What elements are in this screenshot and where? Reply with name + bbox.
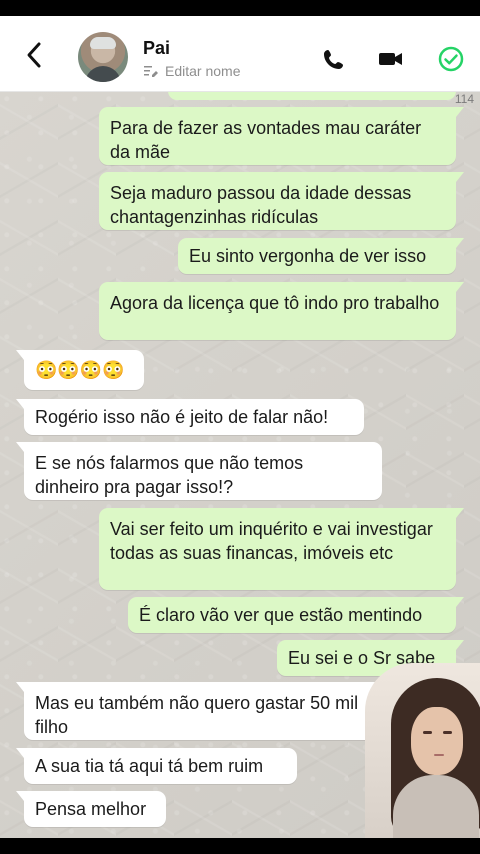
- avatar-hair: [90, 37, 116, 49]
- woman-mouth: [434, 754, 444, 756]
- message-incoming[interactable]: 😳😳😳😳: [16, 350, 144, 390]
- check-circle-icon: [438, 46, 464, 72]
- message-incoming[interactable]: A sua tia tá aqui tá bem ruim: [16, 748, 297, 784]
- message-incoming[interactable]: Mas eu também não quero gastar 50 mil fi…: [16, 682, 382, 740]
- woman-face: [411, 707, 463, 775]
- previous-message-fragment: [168, 92, 456, 100]
- message-incoming[interactable]: Rogério isso não é jeito de falar não!: [16, 399, 364, 435]
- chat-header: Pai Editar nome: [0, 16, 480, 92]
- message-count: 114: [454, 92, 474, 106]
- bottom-black-bar: [0, 838, 480, 854]
- top-black-bar: [0, 0, 480, 16]
- woman-eye: [423, 731, 432, 734]
- avatar-shirt: [85, 66, 121, 82]
- edit-name-label: Editar nome: [165, 63, 241, 79]
- woman-eye: [443, 731, 452, 734]
- phone-icon: [324, 50, 343, 69]
- message-incoming[interactable]: Pensa melhor: [16, 791, 166, 827]
- call-button[interactable]: [318, 44, 348, 74]
- video-call-button[interactable]: [376, 44, 406, 74]
- woman-video-overlay: [365, 663, 480, 838]
- message-outgoing[interactable]: Seja maduro passou da idade dessas chant…: [99, 172, 464, 230]
- message-outgoing[interactable]: Para de fazer as vontades mau caráter da…: [99, 107, 464, 165]
- message-outgoing[interactable]: Eu sinto vergonha de ver isso: [178, 238, 464, 274]
- edit-name-icon: [144, 66, 158, 77]
- verified-button[interactable]: [436, 44, 466, 74]
- back-button[interactable]: [20, 40, 48, 70]
- contact-avatar[interactable]: [78, 32, 128, 82]
- video-camera-icon: [379, 53, 402, 65]
- message-incoming[interactable]: E se nós falarmos que não temos dinheiro…: [16, 442, 382, 500]
- message-outgoing[interactable]: Vai ser feito um inquérito e vai investi…: [99, 508, 464, 590]
- contact-name[interactable]: Pai: [143, 38, 170, 59]
- chevron-left-icon: [27, 42, 41, 68]
- message-outgoing[interactable]: Agora da licença que tô indo pro trabalh…: [99, 282, 464, 340]
- edit-name-button[interactable]: Editar nome: [143, 63, 240, 79]
- message-outgoing[interactable]: É claro vão ver que estão mentindo: [128, 597, 464, 633]
